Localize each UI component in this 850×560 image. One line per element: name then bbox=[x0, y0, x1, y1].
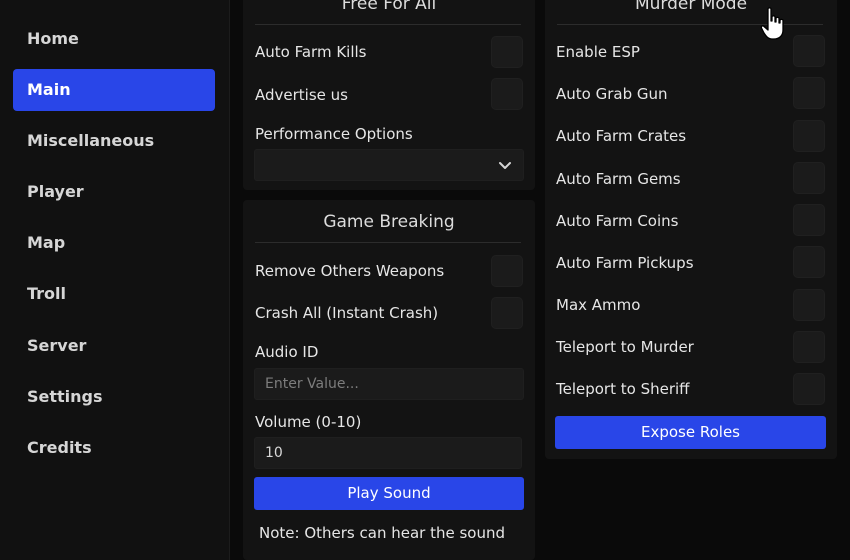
audio-id-label: Audio ID bbox=[255, 343, 319, 361]
auto-farm-gems-toggle[interactable] bbox=[793, 162, 825, 194]
auto-farm-crates-toggle[interactable] bbox=[793, 120, 825, 152]
chevron-down-icon bbox=[499, 162, 511, 169]
sidebar-item-settings[interactable]: Settings bbox=[13, 376, 215, 418]
crash-all-toggle[interactable] bbox=[491, 297, 523, 329]
sidebar-item-player[interactable]: Player bbox=[13, 171, 215, 213]
max-ammo-toggle[interactable] bbox=[793, 289, 825, 321]
sidebar: Home Main Miscellaneous Player Map Troll… bbox=[0, 0, 230, 560]
panel-divider bbox=[255, 242, 521, 243]
advertise-us-toggle[interactable] bbox=[491, 78, 523, 110]
teleport-to-sheriff-label: Teleport to Sheriff bbox=[556, 380, 690, 398]
auto-farm-crates-label: Auto Farm Crates bbox=[556, 127, 687, 145]
volume-label: Volume (0-10) bbox=[255, 413, 362, 431]
sidebar-item-map[interactable]: Map bbox=[13, 222, 215, 264]
free-for-all-title: Free For All bbox=[341, 0, 437, 14]
auto-farm-gems-label: Auto Farm Gems bbox=[556, 170, 681, 188]
volume-input[interactable] bbox=[254, 437, 522, 469]
auto-farm-pickups-toggle[interactable] bbox=[793, 246, 825, 278]
sound-note: Note: Others can hear the sound bbox=[259, 524, 505, 542]
auto-farm-kills-label: Auto Farm Kills bbox=[255, 43, 367, 61]
enable-esp-label: Enable ESP bbox=[556, 43, 640, 61]
play-sound-button[interactable]: Play Sound bbox=[254, 477, 524, 510]
teleport-to-murder-toggle[interactable] bbox=[793, 331, 825, 363]
auto-farm-kills-toggle[interactable] bbox=[491, 36, 523, 68]
app-window: Home Main Miscellaneous Player Map Troll… bbox=[0, 0, 850, 560]
teleport-to-sheriff-toggle[interactable] bbox=[793, 373, 825, 405]
audio-id-text[interactable] bbox=[255, 369, 523, 399]
remove-others-weapons-toggle[interactable] bbox=[491, 255, 523, 287]
teleport-to-murder-label: Teleport to Murder bbox=[556, 338, 694, 356]
audio-id-input[interactable] bbox=[254, 368, 524, 400]
auto-farm-pickups-label: Auto Farm Pickups bbox=[556, 254, 694, 272]
sidebar-item-troll[interactable]: Troll bbox=[13, 273, 215, 315]
game-breaking-panel: Game Breaking Remove Others Weapons Cras… bbox=[243, 200, 535, 560]
expose-roles-button[interactable]: Expose Roles bbox=[555, 416, 826, 449]
auto-grab-gun-label: Auto Grab Gun bbox=[556, 85, 668, 103]
murder-mode-title: Murder Mode bbox=[634, 0, 748, 14]
auto-farm-coins-label: Auto Farm Coins bbox=[556, 212, 679, 230]
performance-options-dropdown[interactable] bbox=[254, 149, 524, 181]
sidebar-item-miscellaneous[interactable]: Miscellaneous bbox=[13, 120, 215, 162]
advertise-us-label: Advertise us bbox=[255, 86, 348, 104]
sidebar-item-home[interactable]: Home bbox=[13, 18, 215, 60]
panel-divider bbox=[255, 24, 521, 25]
free-for-all-panel: Free For All Auto Farm Kills Advertise u… bbox=[243, 0, 535, 190]
murder-mode-panel: Murder Mode Enable ESP Auto Grab Gun Aut… bbox=[545, 0, 837, 459]
sidebar-item-server[interactable]: Server bbox=[13, 325, 215, 367]
sidebar-item-credits[interactable]: Credits bbox=[13, 427, 215, 469]
remove-others-weapons-label: Remove Others Weapons bbox=[255, 262, 445, 280]
crash-all-label: Crash All (Instant Crash) bbox=[255, 304, 439, 322]
auto-farm-coins-toggle[interactable] bbox=[793, 204, 825, 236]
hand-pointer-icon bbox=[760, 7, 784, 40]
enable-esp-toggle[interactable] bbox=[793, 35, 825, 67]
auto-grab-gun-toggle[interactable] bbox=[793, 77, 825, 109]
max-ammo-label: Max Ammo bbox=[556, 296, 641, 314]
performance-options-label: Performance Options bbox=[255, 125, 413, 143]
game-breaking-title: Game Breaking bbox=[323, 212, 455, 232]
sidebar-item-main[interactable]: Main bbox=[13, 69, 215, 111]
volume-text[interactable] bbox=[255, 438, 521, 468]
